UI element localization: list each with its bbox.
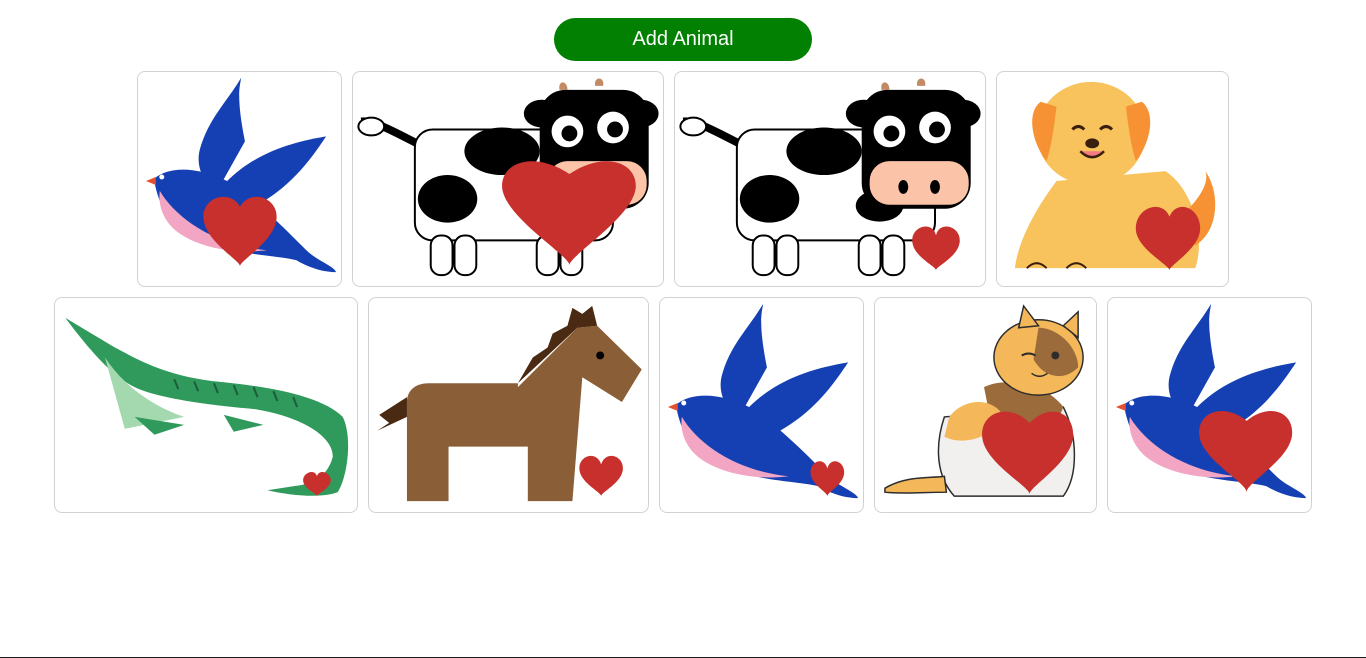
animal-card-crocodile[interactable]: [54, 297, 358, 513]
dog-icon: [997, 72, 1228, 286]
animal-card-horse[interactable]: [368, 297, 649, 513]
cat-icon: [875, 298, 1096, 512]
bird-icon: [660, 298, 863, 512]
animal-card-cat[interactable]: [874, 297, 1097, 513]
horse-icon: [369, 298, 648, 512]
animal-card-bird[interactable]: [659, 297, 864, 513]
cow-icon: [353, 72, 663, 286]
animal-card-cow[interactable]: [352, 71, 664, 287]
animal-card-bird[interactable]: [1107, 297, 1312, 513]
animal-card-bird[interactable]: [137, 71, 342, 287]
animal-card-cow[interactable]: [674, 71, 986, 287]
crocodile-icon: [55, 298, 357, 512]
bird-icon: [1108, 298, 1311, 512]
add-animal-button[interactable]: Add Animal: [554, 18, 812, 61]
cow-icon: [675, 72, 985, 286]
animal-card-dog[interactable]: [996, 71, 1229, 287]
bird-icon: [138, 72, 341, 286]
